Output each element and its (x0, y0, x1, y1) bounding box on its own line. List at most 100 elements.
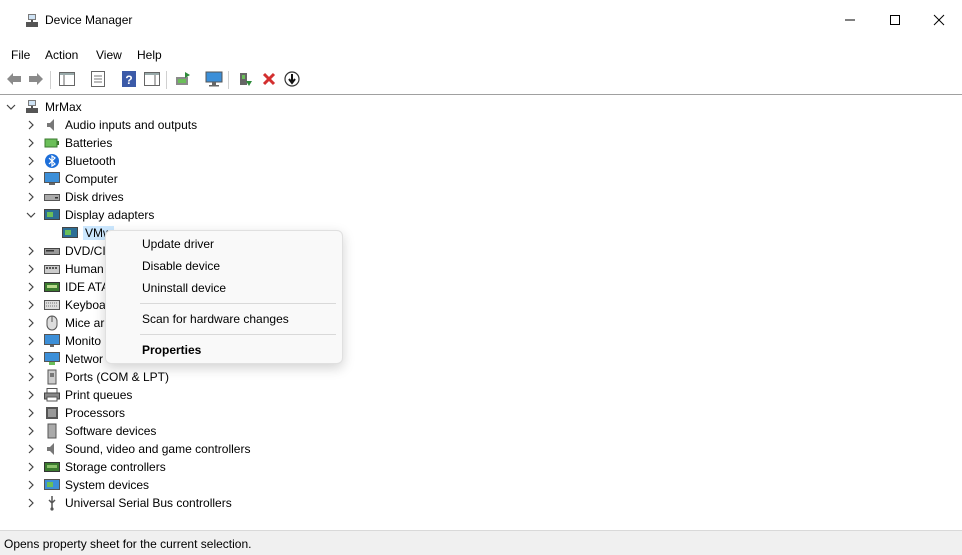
forward-icon[interactable] (27, 70, 45, 88)
tree-category-node[interactable]: Universal Serial Bus controllers (26, 494, 232, 512)
help-icon[interactable]: ? (120, 70, 138, 88)
system-device-icon (44, 477, 60, 493)
tree-category-node[interactable]: Mice ar (26, 314, 104, 332)
menu-help[interactable]: Help (137, 48, 162, 62)
properties-icon[interactable] (89, 70, 107, 88)
toolbar-separator (228, 71, 229, 89)
tree-category-node[interactable]: Storage controllers (26, 458, 166, 476)
tree-category-node[interactable]: Computer (26, 170, 118, 188)
chevron-right-icon[interactable] (26, 134, 36, 152)
tree-category-label: Mice ar (65, 316, 105, 330)
tree-category-label: Print queues (65, 388, 133, 402)
display-adapter-icon (62, 225, 78, 241)
chevron-right-icon[interactable] (26, 188, 36, 206)
tree-category-label: Ports (COM & LPT) (65, 370, 170, 384)
tree-category-node[interactable]: Bluetooth (26, 152, 116, 170)
show-hide-console-tree-icon[interactable] (58, 70, 76, 88)
tree-category-node[interactable]: Audio inputs and outputs (26, 116, 197, 134)
chevron-right-icon[interactable] (26, 368, 36, 386)
port-icon (44, 369, 60, 385)
chevron-right-icon[interactable] (26, 170, 36, 188)
back-icon[interactable] (5, 70, 23, 88)
tree-category-node[interactable]: Networ (26, 350, 103, 368)
chevron-right-icon[interactable] (26, 278, 36, 296)
tree-category-label: Universal Serial Bus controllers (65, 496, 232, 510)
chevron-right-icon[interactable] (26, 404, 36, 422)
printer-icon (44, 387, 60, 403)
chevron-right-icon[interactable] (26, 116, 36, 134)
tree-category-node[interactable]: Disk drives (26, 188, 124, 206)
tree-category-node[interactable]: Batteries (26, 134, 112, 152)
tree-category-node[interactable]: IDE ATA (26, 278, 109, 296)
display-adapter-icon (44, 207, 60, 223)
chevron-right-icon[interactable] (26, 422, 36, 440)
menu-view[interactable]: View (96, 48, 122, 62)
hid-icon (44, 261, 60, 277)
chevron-right-icon[interactable] (26, 386, 36, 404)
sound-icon (44, 441, 60, 457)
tree-category-node[interactable]: System devices (26, 476, 149, 494)
dvd-drive-icon (44, 243, 60, 259)
tree-category-node[interactable]: Sound, video and game controllers (26, 440, 250, 458)
tree-category-label: Batteries (65, 136, 113, 150)
tree-category-node[interactable]: Monito (26, 332, 101, 350)
chevron-right-icon[interactable] (26, 332, 36, 350)
chevron-right-icon[interactable] (26, 476, 36, 494)
maximize-button[interactable] (872, 0, 918, 42)
chevron-right-icon[interactable] (26, 440, 36, 458)
properties-menu-item[interactable]: Properties (142, 343, 201, 357)
chevron-down-icon[interactable] (6, 98, 16, 116)
bluetooth-icon (44, 153, 60, 169)
svg-text:?: ? (125, 73, 132, 87)
title-bar: Device Manager (0, 0, 962, 42)
scan-hardware-icon[interactable] (205, 70, 223, 88)
disable-icon[interactable] (283, 70, 301, 88)
tree-category-label: Human (65, 262, 104, 276)
storage-controller-icon (44, 459, 60, 475)
update-driver-icon[interactable] (174, 70, 192, 88)
usb-icon (44, 495, 60, 511)
chevron-right-icon[interactable] (26, 260, 36, 278)
tree-category-node[interactable]: DVD/CI (26, 242, 106, 260)
tree-category-node[interactable]: Processors (26, 404, 125, 422)
scan-for-hardware-changes-menu-item[interactable]: Scan for hardware changes (142, 312, 289, 326)
tree-category-node[interactable]: Human (26, 260, 104, 278)
tree-category-label: Display adapters (65, 208, 155, 222)
menu-file[interactable]: File (11, 48, 30, 62)
tree-category-node[interactable]: Software devices (26, 422, 156, 440)
chevron-right-icon[interactable] (26, 152, 36, 170)
tree-category-node[interactable]: Keyboa (26, 296, 106, 314)
uninstall-icon[interactable] (260, 70, 278, 88)
menu-action[interactable]: Action (45, 48, 78, 62)
speaker-icon (44, 117, 60, 133)
action-pane-icon[interactable] (143, 70, 161, 88)
tree-category-node[interactable]: Ports (COM & LPT) (26, 368, 169, 386)
chevron-right-icon[interactable] (26, 314, 36, 332)
close-button[interactable] (916, 0, 962, 42)
display-adapter-device-node[interactable]: VMw (44, 224, 114, 242)
context-menu: Update driver Disable device Uninstall d… (105, 230, 343, 364)
chevron-down-icon[interactable] (26, 206, 36, 224)
chevron-right-icon[interactable] (26, 242, 36, 260)
context-menu-separator (140, 334, 336, 335)
chevron-right-icon[interactable] (26, 458, 36, 476)
tree-category-node[interactable]: Print queues (26, 386, 132, 404)
chevron-right-icon[interactable] (26, 494, 36, 512)
context-menu-separator (140, 303, 336, 304)
chevron-right-icon[interactable] (26, 296, 36, 314)
network-icon (44, 351, 60, 367)
minimize-button[interactable] (827, 0, 873, 42)
window-title: Device Manager (45, 13, 133, 27)
enable-device-icon[interactable] (236, 70, 254, 88)
toolbar-divider (0, 94, 962, 95)
chevron-right-icon[interactable] (26, 350, 36, 368)
keyboard-icon (44, 297, 60, 313)
tree-category-node[interactable]: Display adapters (26, 206, 154, 224)
disable-device-menu-item[interactable]: Disable device (142, 259, 220, 273)
update-driver-menu-item[interactable]: Update driver (142, 237, 214, 251)
monitor-icon (44, 333, 60, 349)
uninstall-device-menu-item[interactable]: Uninstall device (142, 281, 226, 295)
tree-category-label: Networ (65, 352, 104, 366)
ide-icon (44, 279, 60, 295)
tree-root-node[interactable]: MrMax (6, 98, 82, 116)
